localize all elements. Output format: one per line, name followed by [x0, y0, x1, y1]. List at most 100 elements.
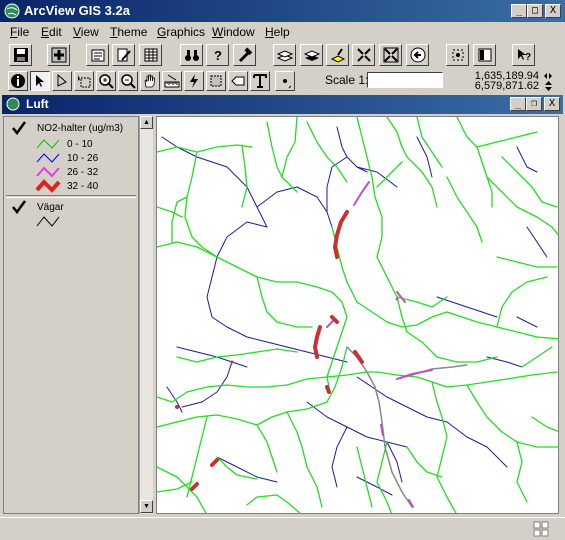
- identify-tool[interactable]: [8, 71, 28, 91]
- view-minimize-button[interactable]: _: [510, 97, 526, 111]
- road-class-0-10: [157, 117, 558, 513]
- button-bar: ? ?: [0, 41, 565, 69]
- measure-tool[interactable]: [162, 71, 182, 91]
- tool-bar: Scale 1: 1,635,189.94 6,579,871.62: [0, 69, 565, 93]
- area-of-interest-tool[interactable]: [206, 71, 226, 91]
- theme-name-no2[interactable]: NO2-halter (ug/m3): [37, 123, 123, 134]
- menu-help-label: elp: [273, 25, 290, 39]
- menu-view-label: iew: [80, 25, 99, 39]
- checkbox-checked-icon[interactable]: [12, 200, 26, 214]
- menu-help[interactable]: Help: [265, 25, 290, 39]
- legend-road-symbol: [36, 216, 60, 227]
- area-of-interest-icon: [210, 75, 222, 87]
- help-pointer-icon: ?: [517, 49, 531, 63]
- text-t-icon: [253, 74, 267, 88]
- point-icon: [283, 79, 292, 89]
- help-button[interactable]: ?: [512, 44, 535, 66]
- hot-link-tool[interactable]: [184, 71, 204, 91]
- status-bar: [0, 517, 565, 540]
- locate-address-icon: ?: [214, 48, 222, 63]
- binoculars-icon: [184, 50, 199, 61]
- menu-edit[interactable]: Edit: [41, 25, 62, 39]
- menu-help-mnemonic: H: [265, 25, 274, 39]
- app-title: ArcView GIS 3.2a: [24, 3, 130, 18]
- zoom-out-button[interactable]: [379, 44, 402, 66]
- menu-graphics-label: raphics: [166, 25, 206, 39]
- magnifier-plus-icon: [99, 74, 114, 89]
- table-icon: [144, 48, 157, 62]
- theme-name-vagar[interactable]: Vägar: [37, 202, 64, 213]
- locate-address-button[interactable]: ?: [206, 44, 229, 66]
- menu-graphics[interactable]: Graphics: [157, 25, 205, 39]
- magnifier-minus-icon: [121, 74, 136, 89]
- coordinate-y-readout: 6,579,871.62: [474, 80, 539, 92]
- text-tool[interactable]: [250, 71, 270, 91]
- select-box-icon: [78, 75, 91, 88]
- legend-symbols: [35, 139, 61, 193]
- zoom-to-active-themes-button[interactable]: [300, 44, 323, 66]
- view-close-button[interactable]: X: [544, 97, 560, 111]
- zoom-in-arrows-icon: [356, 48, 371, 62]
- scroll-down-button[interactable]: ▼: [140, 500, 153, 513]
- table-of-contents: NO2-halter (ug/m3) 0 - 10 10 - 26 26 - 3…: [3, 116, 139, 514]
- zoom-to-full-extent-button[interactable]: [273, 44, 296, 66]
- scale-input[interactable]: [367, 72, 443, 88]
- menu-theme[interactable]: Theme: [110, 25, 147, 39]
- vertex-edit-icon: [57, 73, 67, 87]
- theme-properties-button[interactable]: [86, 44, 109, 66]
- road-highway-grey: [346, 346, 468, 508]
- zoom-out-tool[interactable]: [118, 71, 138, 91]
- app-title-bar: ArcView GIS 3.2a _ □ X: [0, 0, 565, 22]
- label-tool[interactable]: [228, 71, 248, 91]
- zoom-in-tool[interactable]: [96, 71, 116, 91]
- layers-icon: [276, 50, 293, 62]
- map-display[interactable]: [156, 116, 559, 514]
- add-theme-button[interactable]: [47, 44, 70, 66]
- menu-edit-label: dit: [49, 25, 62, 39]
- menu-window[interactable]: Window: [212, 25, 255, 39]
- legend-class-label: 32 - 40: [67, 181, 99, 192]
- zoom-in-button[interactable]: [352, 44, 375, 66]
- zoom-previous-button[interactable]: [406, 44, 429, 66]
- save-project-button[interactable]: [9, 44, 32, 66]
- view-title-bar: Luft _ ❐ X: [2, 95, 563, 114]
- menu-file-label: ile: [17, 25, 30, 39]
- svg-text:?: ?: [214, 48, 222, 63]
- select-features-icon: [452, 49, 463, 61]
- view-restore-button[interactable]: ❐: [526, 97, 542, 111]
- edit-legend-icon: [117, 48, 131, 62]
- close-button[interactable]: X: [545, 4, 561, 18]
- select-feature-tool[interactable]: [74, 71, 94, 91]
- scroll-up-button[interactable]: ▲: [140, 116, 153, 129]
- query-builder-button[interactable]: [233, 44, 256, 66]
- measure-icon: [164, 74, 180, 88]
- select-features-button[interactable]: [446, 44, 469, 66]
- menu-bar: File Edit View Theme Graphics Window Hel…: [0, 22, 565, 41]
- minimize-button[interactable]: _: [511, 4, 527, 18]
- legend-class-label: 10 - 26: [67, 153, 99, 164]
- clear-selected-button[interactable]: [473, 44, 496, 66]
- legend-class-label: 0 - 10: [67, 139, 93, 150]
- hammer-icon: [238, 47, 252, 63]
- pan-tool[interactable]: [140, 71, 160, 91]
- vertex-edit-tool[interactable]: [52, 71, 72, 91]
- pointer-tool[interactable]: [30, 71, 50, 91]
- draw-point-tool[interactable]: [275, 71, 295, 91]
- zoom-to-selected-button[interactable]: [326, 44, 349, 66]
- open-table-button[interactable]: [139, 44, 162, 66]
- view-title: Luft: [26, 97, 49, 111]
- vertical-arrows-icon: [545, 81, 552, 91]
- toc-scrollbar[interactable]: ▲ ▼: [139, 116, 153, 514]
- road-class-26-32: [326, 181, 433, 508]
- menu-view[interactable]: View: [73, 25, 99, 39]
- menu-file[interactable]: File: [10, 25, 29, 39]
- view-document-icon: [6, 97, 20, 111]
- road-network-map: [157, 117, 558, 513]
- find-button[interactable]: [180, 44, 203, 66]
- menu-window-label: indow: [223, 25, 255, 39]
- horizontal-arrows-icon: [544, 73, 552, 79]
- zoom-out-arrows-icon: [383, 47, 398, 63]
- maximize-button[interactable]: □: [527, 4, 543, 18]
- checkbox-checked-icon[interactable]: [12, 121, 26, 135]
- edit-legend-button[interactable]: [112, 44, 135, 66]
